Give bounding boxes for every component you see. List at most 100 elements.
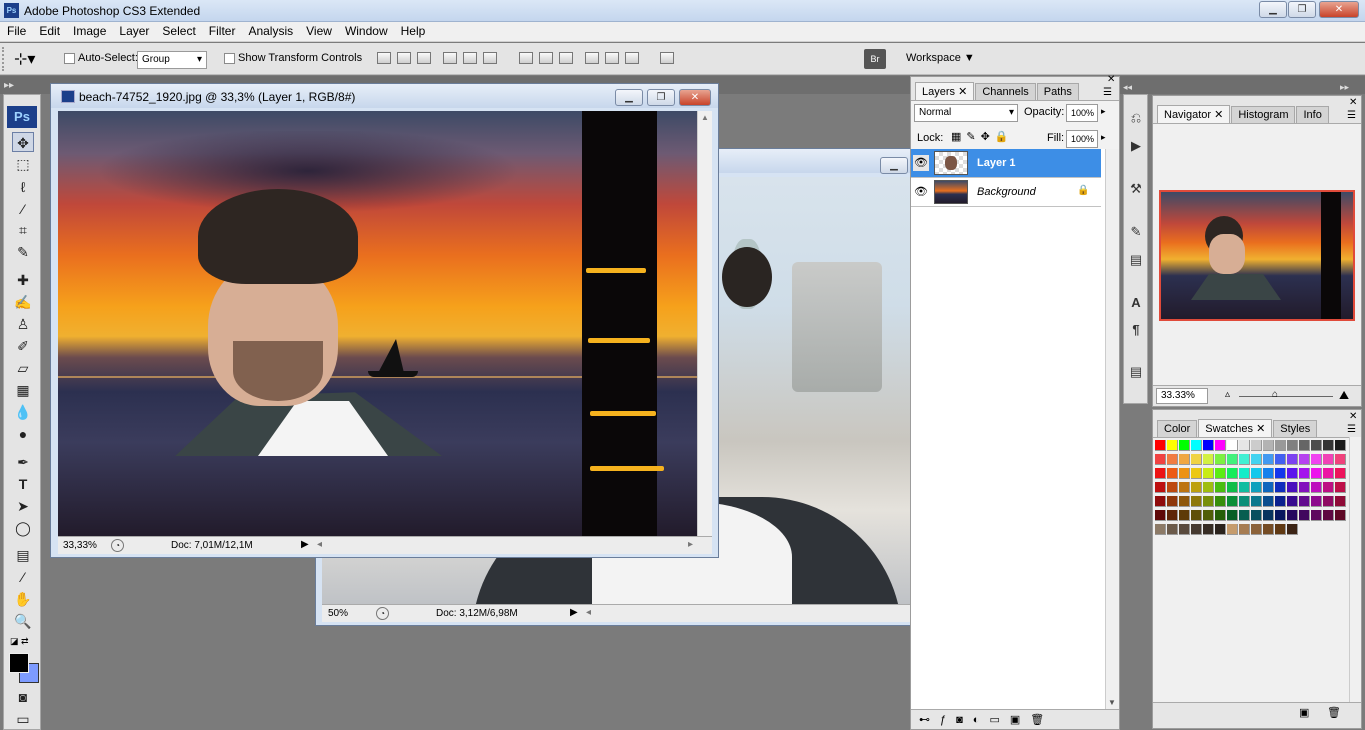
color-swatch[interactable] [1335, 510, 1346, 521]
dodge-tool-icon[interactable]: ● [12, 424, 34, 444]
workspace-button[interactable]: Workspace ▼ [906, 52, 975, 64]
menu-filter[interactable]: Filter [202, 22, 242, 38]
tab-paths[interactable]: Paths [1036, 83, 1079, 101]
zoom-slider-track[interactable] [1239, 396, 1333, 397]
color-swatch[interactable] [1263, 482, 1274, 493]
color-swatch[interactable] [1263, 440, 1274, 451]
healing-brush-icon[interactable]: ✚ [12, 270, 34, 290]
color-swatch[interactable] [1155, 454, 1166, 465]
layer-style-icon[interactable]: ƒ [940, 714, 956, 726]
color-swatch[interactable] [1323, 482, 1334, 493]
scroll-up-icon[interactable]: ▲ [698, 113, 712, 122]
expand-toolbox-icon[interactable]: ▸▸ [4, 80, 14, 91]
new-group-icon[interactable]: ▭ [989, 714, 1009, 726]
zoom-slider-thumb[interactable]: ⌂ [1272, 389, 1278, 400]
navigator-panel-close-icon[interactable]: ✕ [1349, 97, 1357, 108]
grip-handle[interactable] [2, 47, 8, 71]
color-swatch[interactable] [1287, 496, 1298, 507]
brush-tool-icon[interactable]: ✍ [12, 292, 34, 312]
color-swatch[interactable] [1215, 454, 1226, 465]
tab-channels[interactable]: Channels [975, 83, 1036, 101]
new-layer-icon[interactable]: ▣ [1010, 714, 1030, 726]
color-swatch[interactable] [1311, 482, 1322, 493]
fill-input[interactable]: 100% [1066, 130, 1098, 148]
actions-icon[interactable]: ▶ [1127, 137, 1145, 155]
color-swatch[interactable] [1251, 468, 1262, 479]
doc1-canvas[interactable] [58, 111, 697, 536]
brushes-icon[interactable]: ✎ [1127, 223, 1145, 241]
color-swatch[interactable] [1215, 440, 1226, 451]
foreground-color-swatch[interactable] [9, 653, 29, 673]
tab-close-icon[interactable]: ✕ [1256, 423, 1265, 435]
color-swatch[interactable] [1287, 440, 1298, 451]
color-swatch[interactable] [1239, 510, 1250, 521]
align-top-icon[interactable] [377, 52, 391, 64]
crop-tool-icon[interactable]: ⌗ [12, 220, 34, 240]
clone-stamp-icon[interactable]: ♙ [12, 314, 34, 334]
color-swatch[interactable] [1227, 510, 1238, 521]
move-tool-preset-icon[interactable]: ⊹▾ [14, 49, 35, 69]
blend-mode-dropdown[interactable]: Normal ▾ [914, 104, 1018, 122]
panel-menu-icon[interactable]: ☰ [1103, 87, 1112, 98]
close-button[interactable]: ✕ [1319, 1, 1359, 18]
color-swatch[interactable] [1179, 524, 1190, 535]
doc2-scroll-left-icon[interactable]: ◂ [586, 607, 591, 618]
eraser-tool-icon[interactable]: ▱ [12, 358, 34, 378]
menu-layer[interactable]: Layer [112, 22, 155, 38]
color-swatch[interactable] [1191, 524, 1202, 535]
color-swatch[interactable] [1227, 454, 1238, 465]
quick-mask-icon[interactable]: ◙ [12, 687, 34, 707]
maximize-button[interactable]: ❐ [1288, 1, 1316, 18]
color-swatch[interactable] [1167, 482, 1178, 493]
minimize-button[interactable]: ▁ [1259, 1, 1287, 18]
delete-layer-icon[interactable]: 🗑 [1030, 714, 1054, 726]
color-swatch[interactable] [1335, 454, 1346, 465]
new-swatch-icon[interactable]: ▣ [1299, 706, 1309, 719]
color-swatch[interactable] [1263, 510, 1274, 521]
color-swatch[interactable] [1239, 482, 1250, 493]
auto-select-checkbox[interactable] [64, 53, 75, 64]
magic-wand-icon[interactable]: ⁄ [12, 199, 34, 219]
doc1-minimize-button[interactable]: ▁ [615, 89, 643, 106]
gradient-tool-icon[interactable]: ▦ [12, 380, 34, 400]
menu-window[interactable]: Window [338, 22, 394, 38]
color-swatch[interactable] [1191, 468, 1202, 479]
color-swatch[interactable] [1155, 440, 1166, 451]
align-bottom-icon[interactable] [417, 52, 431, 64]
menu-file[interactable]: File [0, 22, 32, 38]
menu-select[interactable]: Select [155, 22, 201, 38]
expand-panels-icon[interactable]: ▸▸ [1340, 82, 1349, 93]
color-swatch[interactable] [1203, 468, 1214, 479]
align-vcenter-icon[interactable] [397, 52, 411, 64]
color-swatch[interactable] [1323, 496, 1334, 507]
zoom-out-icon[interactable]: ▵ [1225, 389, 1230, 400]
distribute-top-icon[interactable] [519, 52, 533, 64]
color-swatch[interactable] [1179, 468, 1190, 479]
eyedropper-icon[interactable]: ⁄ [12, 567, 34, 587]
color-swatch[interactable] [1179, 440, 1190, 451]
color-swatch[interactable] [1323, 468, 1334, 479]
default-colors-icon[interactable]: ◪ ⇄ [10, 636, 29, 647]
tab-layers[interactable]: Layers ✕ [915, 82, 975, 100]
color-swatch[interactable] [1203, 496, 1214, 507]
color-swatch[interactable] [1251, 524, 1262, 535]
color-swatch[interactable] [1191, 496, 1202, 507]
tab-info[interactable]: Info [1296, 106, 1329, 124]
color-swatch[interactable] [1203, 482, 1214, 493]
zoom-tool-icon[interactable]: 🔍 [12, 611, 34, 631]
color-swatch[interactable] [1155, 468, 1166, 479]
color-swatch[interactable] [1263, 496, 1274, 507]
layer-comps-icon[interactable]: ▤ [1127, 363, 1145, 381]
color-swatch[interactable] [1263, 468, 1274, 479]
distribute-right-icon[interactable] [625, 52, 639, 64]
opacity-slider-icon[interactable]: ▸ [1101, 106, 1106, 117]
tab-swatches[interactable]: Swatches ✕ [1198, 419, 1273, 437]
type-tool-icon[interactable]: T [12, 474, 34, 494]
show-transform-checkbox[interactable] [224, 53, 235, 64]
distribute-hcenter-icon[interactable] [605, 52, 619, 64]
color-swatch[interactable] [1179, 496, 1190, 507]
doc1-maximize-button[interactable]: ❐ [647, 89, 675, 106]
color-swatch[interactable] [1263, 524, 1274, 535]
color-swatch[interactable] [1275, 440, 1286, 451]
color-swatch[interactable] [1263, 454, 1274, 465]
